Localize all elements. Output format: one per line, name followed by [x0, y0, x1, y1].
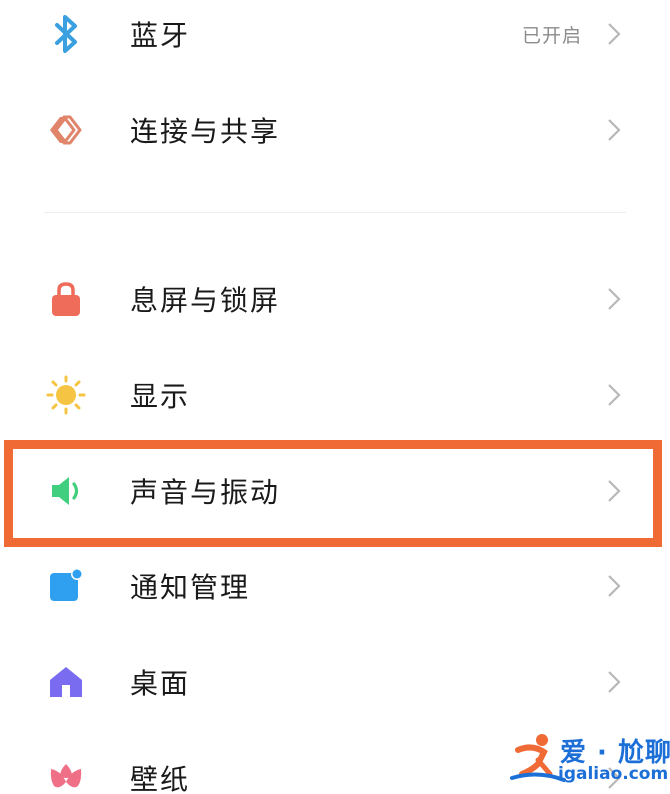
- chevron-right-icon: [608, 23, 621, 45]
- watermark: 爱 · 尬聊 igaliao.com: [508, 728, 670, 788]
- flower-icon: [46, 758, 86, 794]
- lock-icon: [46, 279, 86, 319]
- settings-item-label: 通知管理: [130, 571, 251, 604]
- home-icon: [46, 662, 86, 702]
- settings-item-label: 息屏与锁屏: [130, 284, 281, 317]
- sun-icon: [46, 375, 86, 415]
- section-divider: [44, 212, 626, 213]
- bluetooth-icon: [46, 14, 86, 54]
- chevron-right-icon: [608, 119, 621, 141]
- settings-item-home-screen[interactable]: 桌面: [0, 634, 670, 730]
- watermark-url: igaliao.com: [558, 764, 669, 784]
- settings-item-label: 桌面: [130, 667, 191, 700]
- highlight-frame: [4, 440, 662, 547]
- notification-icon: [46, 566, 86, 606]
- settings-item-display[interactable]: 显示: [0, 347, 670, 443]
- settings-item-notifications[interactable]: 通知管理: [0, 538, 670, 634]
- settings-item-bluetooth[interactable]: 蓝牙 已开启: [0, 0, 670, 82]
- connection-share-icon: [46, 110, 86, 150]
- chevron-right-icon: [608, 288, 621, 310]
- settings-item-label: 蓝牙: [130, 19, 191, 52]
- chevron-right-icon: [608, 384, 621, 406]
- settings-item-label: 壁纸: [130, 763, 191, 794]
- bluetooth-status: 已开启: [521, 24, 582, 47]
- settings-item-label: 显示: [130, 380, 191, 413]
- chevron-right-icon: [608, 575, 621, 597]
- settings-item-connection-sharing[interactable]: 连接与共享: [0, 82, 670, 178]
- chevron-right-icon: [608, 671, 621, 693]
- settings-item-label: 连接与共享: [130, 115, 281, 148]
- settings-item-lock-screen[interactable]: 息屏与锁屏: [0, 251, 670, 347]
